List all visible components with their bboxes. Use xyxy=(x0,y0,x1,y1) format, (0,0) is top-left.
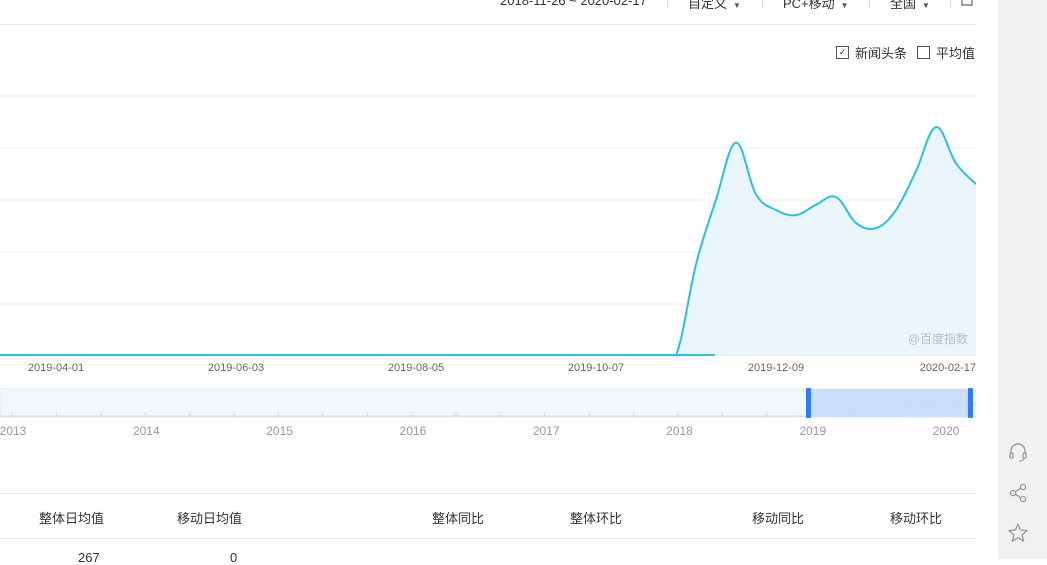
chevron-down-icon: ▼ xyxy=(733,1,741,10)
navigator-year-label: 2020 xyxy=(933,424,960,438)
navigator-year-labels: 2013 2014 2015 2016 2017 2018 2019 2020 xyxy=(0,424,960,438)
table-header-cell: 移动日均值 xyxy=(177,511,243,526)
table-cell: 0 xyxy=(230,550,238,565)
custom-range-label: 自定义 xyxy=(688,0,728,11)
navigator-selection[interactable] xyxy=(809,389,971,417)
x-tick-label: 2020-02-17 xyxy=(920,362,976,374)
navigator-year-label: 2018 xyxy=(666,424,693,438)
navigator-handle-right[interactable] xyxy=(968,388,973,418)
chevron-down-icon: ▼ xyxy=(922,1,930,10)
toolbar-divider xyxy=(950,0,951,8)
toolbar-divider xyxy=(869,0,870,8)
x-tick-label: 2019-04-01 xyxy=(28,362,84,374)
date-range-label[interactable]: 2018-11-26 ~ 2020-02-17 xyxy=(500,0,647,8)
navigator-year-label: 2013 xyxy=(0,424,27,438)
table-top-border xyxy=(0,493,976,494)
series-area xyxy=(0,127,976,355)
checkbox-checked-icon[interactable]: ✓ xyxy=(836,46,849,59)
navigator-year-label: 2016 xyxy=(400,424,427,438)
region-dropdown[interactable]: 全国 ▼ xyxy=(890,0,930,12)
custom-range-dropdown[interactable]: 自定义 ▼ xyxy=(688,0,741,12)
x-axis-ticks: 2019-04-01 2019-06-03 2019-08-05 2019-10-07… xyxy=(28,362,976,374)
device-dropdown[interactable]: PC+移动 ▼ xyxy=(783,0,849,12)
chevron-down-icon: ▼ xyxy=(840,1,849,10)
navigator-year-label: 2015 xyxy=(266,424,293,438)
table-header-border xyxy=(0,538,976,539)
table-header-cell: 整体日均值 xyxy=(39,511,105,526)
watermark: @百度指数 xyxy=(908,331,968,346)
toolbar-divider xyxy=(667,0,668,8)
x-tick-label: 2019-08-05 xyxy=(388,362,444,374)
table-header-cell: 移动同比 xyxy=(752,511,805,526)
export-icon[interactable] xyxy=(960,0,974,9)
star-icon[interactable] xyxy=(998,513,1038,553)
region-label: 全国 xyxy=(890,0,917,11)
table-header-cell: 整体环比 xyxy=(570,511,623,526)
toolbar-divider xyxy=(762,0,763,8)
navigator-year-label: 2017 xyxy=(533,424,560,438)
navigator-year-label: 2019 xyxy=(799,424,826,438)
x-tick-label: 2019-12-09 xyxy=(748,362,804,374)
trend-chart: 2019-04-01 2019-06-03 2019-08-05 2019-10-07… xyxy=(0,95,976,438)
checkbox-icon[interactable] xyxy=(917,46,930,59)
table-header-cell: 移动环比 xyxy=(890,511,943,526)
x-tick-label: 2019-06-03 xyxy=(208,362,264,374)
table-header-cell: 整体同比 xyxy=(432,511,485,526)
navigator-year-label: 2014 xyxy=(133,424,160,438)
headset-icon[interactable] xyxy=(998,432,1038,472)
table-cell: 267 xyxy=(78,550,100,565)
chart-toolbar: 2018-11-26 ~ 2020-02-17 自定义 ▼ PC+移动 ▼ 全国 ▼ xyxy=(0,0,976,25)
share-icon[interactable] xyxy=(998,473,1038,513)
x-tick-label: 2019-10-07 xyxy=(568,362,624,374)
device-label: PC+移动 xyxy=(783,0,835,11)
navigator-handle-left[interactable] xyxy=(806,388,811,418)
